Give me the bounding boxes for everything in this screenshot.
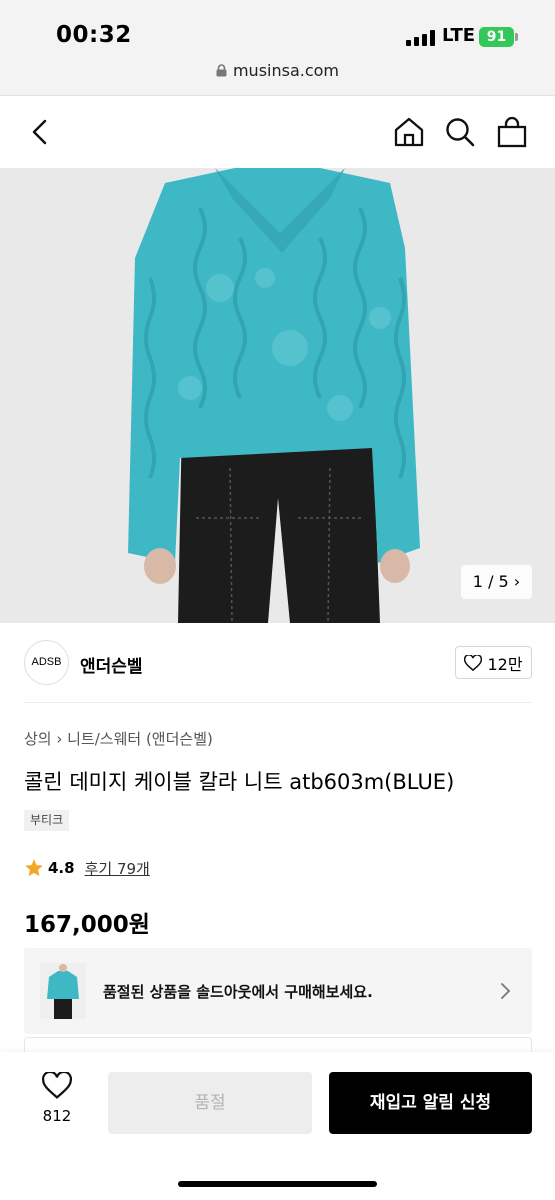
product-title: 콜린 데미지 케이블 칼라 니트 atb603m(BLUE) <box>24 770 455 794</box>
divider <box>24 702 532 703</box>
back-button[interactable] <box>22 114 58 150</box>
boutique-tag: 부티크 <box>24 810 70 831</box>
status-bar: 00:32 LTE 91 <box>0 0 555 58</box>
url-text: musinsa.com <box>232 61 340 80</box>
restock-alert-button[interactable]: 재입고 알림 신청 <box>329 1072 532 1134</box>
signal-icon <box>406 30 436 46</box>
rating-value: 4.8 <box>48 859 75 877</box>
network-label: LTE <box>442 25 476 46</box>
battery-tip <box>515 33 518 41</box>
brand-logo[interactable]: ADSB <box>24 640 69 685</box>
home-button[interactable] <box>391 114 427 150</box>
wish-button[interactable]: 812 <box>24 1070 90 1142</box>
heart-outline-icon <box>41 1070 73 1099</box>
battery-level: 91 <box>486 29 507 45</box>
home-indicator <box>178 1181 377 1187</box>
bag-icon <box>497 116 527 148</box>
product-photo <box>0 168 555 623</box>
brand-name[interactable]: 앤더슨벨 <box>80 652 143 677</box>
wish-count: 812 <box>42 1107 72 1125</box>
banner-thumbnail <box>40 963 86 1019</box>
chevron-right-icon <box>501 983 511 999</box>
image-counter[interactable]: 1 / 5 › <box>461 565 532 599</box>
brand-like-count: 12만 <box>487 654 523 674</box>
status-time: 00:32 <box>56 22 132 48</box>
cart-button[interactable] <box>494 114 530 150</box>
back-icon <box>32 119 47 145</box>
soldout-banner[interactable]: 품절된 상품을 솔드아웃에서 구매해보세요. <box>24 948 532 1034</box>
url-display[interactable]: musinsa.com <box>0 61 555 80</box>
search-button[interactable] <box>442 114 478 150</box>
battery-icon: 91 <box>479 27 514 47</box>
lock-icon <box>216 64 227 77</box>
home-icon <box>394 117 424 147</box>
soldout-button: 품절 <box>108 1072 312 1134</box>
breadcrumb[interactable]: 상의 › 니트/스웨터 (앤더슨벨) <box>24 728 213 749</box>
rating-row: 4.8 후기 79개 <box>24 856 150 880</box>
product-image[interactable]: 1 / 5 › <box>0 168 555 623</box>
banner-text: 품절된 상품을 솔드아웃에서 구매해보세요. <box>103 983 373 1001</box>
brand-like-button[interactable]: 12만 <box>455 646 532 679</box>
product-price: 167,000원 <box>24 912 150 938</box>
heart-icon <box>464 654 483 671</box>
brand-row[interactable]: ADSB 앤더슨벨 12만 <box>24 640 532 686</box>
review-link[interactable]: 후기 79개 <box>85 858 150 879</box>
header-nav <box>0 96 555 168</box>
star-icon <box>25 859 43 877</box>
search-icon <box>446 118 475 147</box>
address-bar[interactable]: musinsa.com <box>0 58 555 96</box>
bottom-bar: 812 품절 재입고 알림 신청 <box>0 1052 555 1200</box>
